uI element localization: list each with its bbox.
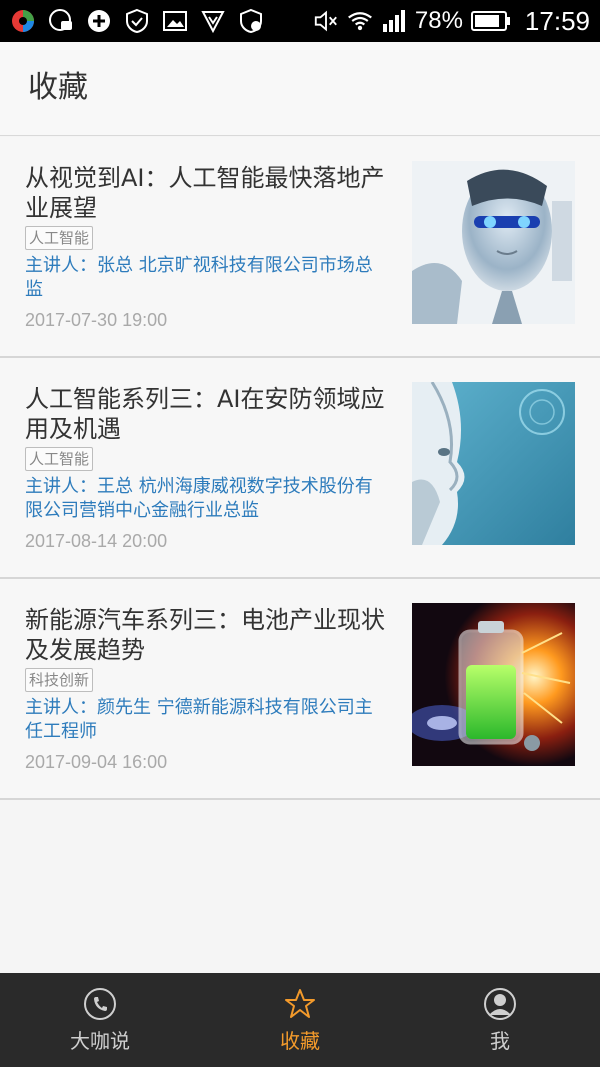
signal-icon	[381, 8, 407, 34]
star-icon	[283, 987, 317, 1021]
list-item[interactable]: 人工智能系列三：AI在安防领域应用及机遇 人工智能 主讲人：王总 杭州海康威视数…	[0, 358, 600, 579]
nav-label: 收藏	[280, 1029, 320, 1053]
battery-icon	[470, 8, 511, 34]
thumbnail-ai-robot-profile	[412, 382, 575, 545]
item-title: 人工智能系列三：AI在安防领域应用及机遇	[25, 385, 385, 443]
event-date: 2017-08-14 20:00	[25, 531, 168, 551]
thumbnail-glowing-battery	[412, 603, 575, 766]
list-item-text: 新能源汽车系列三：电池产业现状及发展趋势 科技创新 主讲人：颜先生 宁德新能源科…	[25, 605, 390, 774]
vpn-icon	[200, 8, 226, 34]
list-item-text: 从视觉到AI：人工智能最快落地产业展望 人工智能 主讲人：张总 北京旷视科技有限…	[25, 163, 390, 332]
wifi-icon	[347, 8, 373, 34]
list-item[interactable]: 新能源汽车系列三：电池产业现状及发展趋势 科技创新 主讲人：颜先生 宁德新能源科…	[0, 579, 600, 800]
nav-tab-dakashuo[interactable]: 大咖说	[0, 973, 200, 1067]
status-bar: 78% 17:59	[0, 0, 600, 42]
cache-icon	[48, 8, 74, 34]
category-tag: 人工智能	[25, 226, 94, 250]
speaker-info: 主讲人：颜先生 宁德新能源科技有限公司主任工程师	[25, 697, 373, 742]
clock: 17:59	[524, 5, 590, 36]
speaker-info: 主讲人：张总 北京旷视科技有限公司市场总监	[25, 255, 373, 300]
security-icon	[238, 8, 264, 34]
category-tag: 人工智能	[25, 447, 94, 471]
mute-icon	[313, 8, 339, 34]
item-title: 从视觉到AI：人工智能最快落地产业展望	[25, 164, 385, 222]
status-right: 78% 17:59	[313, 6, 590, 37]
battery-percent: 78%	[414, 7, 463, 34]
thumbnail-ai-robot-face	[412, 161, 575, 324]
favorites-list: 从视觉到AI：人工智能最快落地产业展望 人工智能 主讲人：张总 北京旷视科技有限…	[0, 137, 600, 800]
phone-chat-icon	[83, 987, 117, 1021]
nav-label: 大咖说	[70, 1029, 130, 1053]
nav-tab-me[interactable]: 我	[400, 973, 600, 1067]
event-date: 2017-07-30 19:00	[25, 310, 168, 330]
category-tag: 科技创新	[25, 668, 94, 692]
event-date: 2017-09-04 16:00	[25, 752, 168, 772]
bottom-nav: 大咖说 收藏 我	[0, 973, 600, 1067]
page-header: 收藏	[0, 42, 600, 136]
speaker-info: 主讲人：王总 杭州海康威视数字技术股份有限公司营销中心金融行业总监	[25, 476, 373, 521]
item-title: 新能源汽车系列三：电池产业现状及发展趋势	[25, 606, 385, 664]
person-icon	[483, 987, 517, 1021]
nav-tab-favorites[interactable]: 收藏	[200, 973, 400, 1067]
add-icon	[86, 8, 112, 34]
nav-label: 我	[490, 1029, 510, 1053]
shield-icon	[124, 8, 150, 34]
list-item[interactable]: 从视觉到AI：人工智能最快落地产业展望 人工智能 主讲人：张总 北京旷视科技有限…	[0, 137, 600, 358]
image-icon	[162, 8, 188, 34]
page-title: 收藏	[28, 70, 88, 105]
status-left-icons	[10, 8, 264, 34]
list-item-text: 人工智能系列三：AI在安防领域应用及机遇 人工智能 主讲人：王总 杭州海康威视数…	[25, 384, 390, 553]
app-icon	[10, 8, 36, 34]
